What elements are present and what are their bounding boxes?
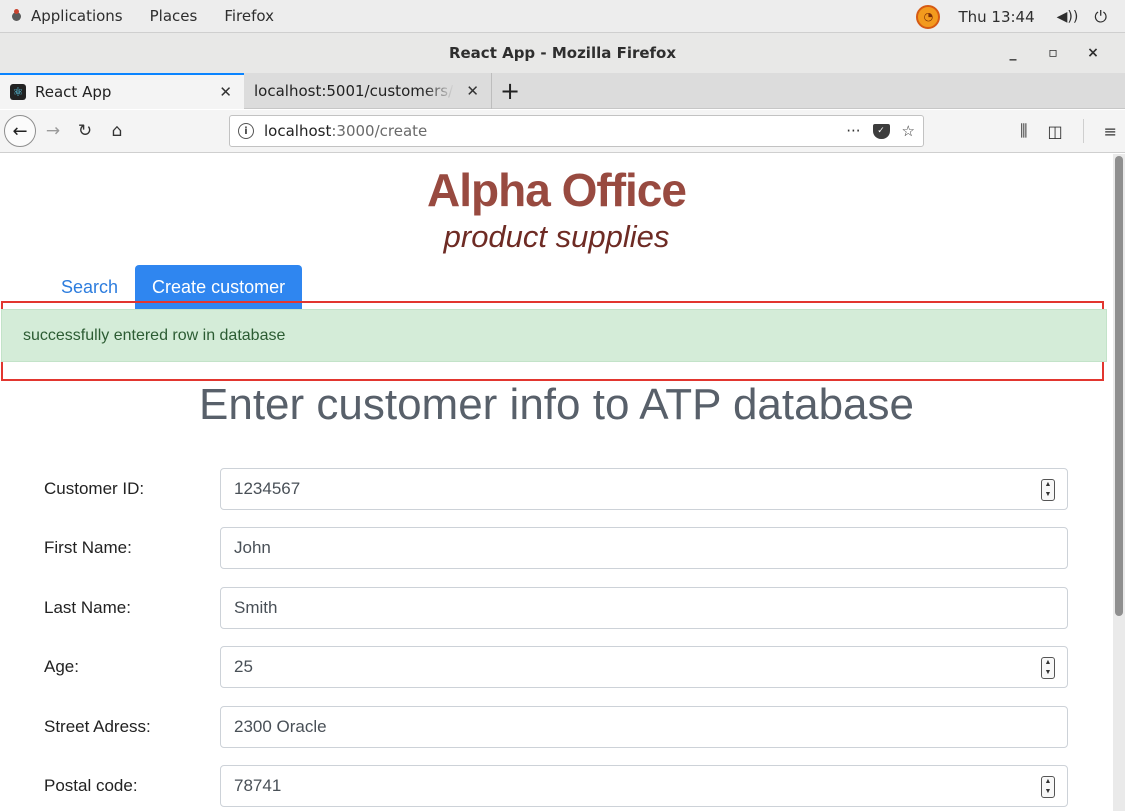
first-name-input[interactable]: John: [220, 527, 1068, 569]
spinner-icon[interactable]: ▲ ▼: [1041, 479, 1055, 501]
last-name-value: Smith: [234, 598, 278, 617]
close-tab-icon[interactable]: ✕: [466, 82, 479, 100]
applications-menu-label: Applications: [31, 7, 123, 25]
forward-button[interactable]: →: [38, 121, 68, 141]
postal-code-input[interactable]: 78741 ▲ ▼: [220, 765, 1068, 807]
back-button[interactable]: ←: [4, 115, 36, 147]
last-name-input[interactable]: Smith: [220, 587, 1068, 629]
street-address-value: 2300 Oracle: [234, 717, 327, 736]
clock[interactable]: Thu 13:44: [958, 8, 1034, 26]
pocket-icon[interactable]: ✓: [872, 123, 890, 139]
form-row-customer-id: Customer ID: 1234567 ▲ ▼: [0, 468, 1113, 510]
close-window-button[interactable]: ×: [1073, 45, 1113, 61]
power-icon[interactable]: ⏻: [1094, 7, 1107, 27]
form-row-street-address: Street Adress: 2300 Oracle: [0, 706, 1113, 748]
street-address-input[interactable]: 2300 Oracle: [220, 706, 1068, 748]
scrollbar-thumb[interactable]: [1115, 156, 1123, 616]
reload-button[interactable]: ↻: [70, 121, 100, 141]
hamburger-menu-icon[interactable]: ≡: [1104, 122, 1117, 141]
url-bar[interactable]: i localhost:3000/create ··· ✓ ☆: [229, 115, 924, 147]
spinner-icon[interactable]: ▲ ▼: [1041, 657, 1055, 679]
gnome-top-bar: Applications Places Firefox ◔ Thu 13:44 …: [0, 0, 1125, 33]
brand-logo: Alpha Office product supplies: [0, 164, 1113, 254]
age-input[interactable]: 25 ▲ ▼: [220, 646, 1068, 688]
tab-react-app[interactable]: ⚛ React App ✕: [0, 73, 244, 109]
applications-menu[interactable]: Applications: [12, 7, 150, 25]
places-menu[interactable]: Places: [150, 7, 198, 25]
postal-code-label: Postal code:: [44, 776, 138, 795]
customer-id-value: 1234567: [234, 479, 301, 498]
first-name-label: First Name:: [44, 538, 132, 557]
customer-id-label: Customer ID:: [44, 479, 145, 498]
form-row-last-name: Last Name: Smith: [0, 587, 1113, 629]
react-favicon-icon: ⚛: [10, 84, 26, 100]
tray-app-icon[interactable]: ◔: [916, 4, 941, 29]
alert-text: successfully entered row in database: [23, 326, 286, 344]
spinner-icon[interactable]: ▲ ▼: [1041, 776, 1055, 798]
age-value: 25: [234, 657, 253, 676]
library-icon[interactable]: ⫼: [1020, 121, 1027, 141]
street-address-label: Street Adress:: [44, 717, 151, 736]
tab-label: React App: [35, 83, 112, 101]
form-row-age: Age: 25 ▲ ▼: [0, 646, 1113, 688]
sidebar-icon[interactable]: ◫: [1047, 122, 1062, 141]
success-alert: successfully entered row in database: [1, 309, 1107, 362]
bookmark-star-icon[interactable]: ☆: [902, 122, 915, 140]
page-heading: Enter customer info to ATP database: [199, 380, 914, 429]
tab-label: localhost:5001/customers/1234567: [254, 82, 454, 100]
close-tab-icon[interactable]: ✕: [219, 83, 232, 101]
page-scrollbar[interactable]: [1113, 154, 1125, 811]
brand-title: Alpha Office: [427, 164, 687, 216]
new-tab-button[interactable]: +: [492, 73, 528, 109]
window-title-bar: React App - Mozilla Firefox _ ▫ ×: [0, 33, 1125, 73]
last-name-label: Last Name:: [44, 598, 131, 617]
customer-id-input[interactable]: 1234567 ▲ ▼: [220, 468, 1068, 510]
window-title: React App - Mozilla Firefox: [448, 44, 677, 62]
url-path: :3000/create: [331, 122, 428, 140]
page-actions-icon[interactable]: ···: [846, 122, 860, 140]
url-host: localhost: [264, 122, 332, 140]
minimize-button[interactable]: _: [993, 45, 1033, 61]
maximize-button[interactable]: ▫: [1033, 45, 1073, 61]
gnome-foot-icon: [12, 8, 21, 21]
brand-subtitle: product supplies: [443, 219, 670, 254]
volume-icon[interactable]: ◀)): [1057, 9, 1079, 25]
age-label: Age:: [44, 657, 79, 676]
first-name-value: John: [234, 538, 271, 557]
tab-strip: ⚛ React App ✕ localhost:5001/customers/1…: [0, 73, 1125, 109]
toolbar-divider: [1082, 119, 1084, 143]
tab-localhost-customers[interactable]: localhost:5001/customers/1234567 ✕: [244, 73, 492, 109]
form-row-postal-code: Postal code: 78741 ▲ ▼: [0, 765, 1113, 807]
navigation-toolbar: ← → ↻ ⌂ i localhost:3000/create ··· ✓ ☆ …: [0, 110, 1125, 153]
form-row-first-name: First Name: John: [0, 527, 1113, 569]
site-info-icon[interactable]: i: [238, 123, 254, 139]
page-viewport: Alpha Office product supplies Search Cre…: [0, 154, 1113, 811]
home-button[interactable]: ⌂: [102, 121, 132, 141]
firefox-menu[interactable]: Firefox: [224, 7, 274, 25]
postal-code-value: 78741: [234, 776, 282, 795]
